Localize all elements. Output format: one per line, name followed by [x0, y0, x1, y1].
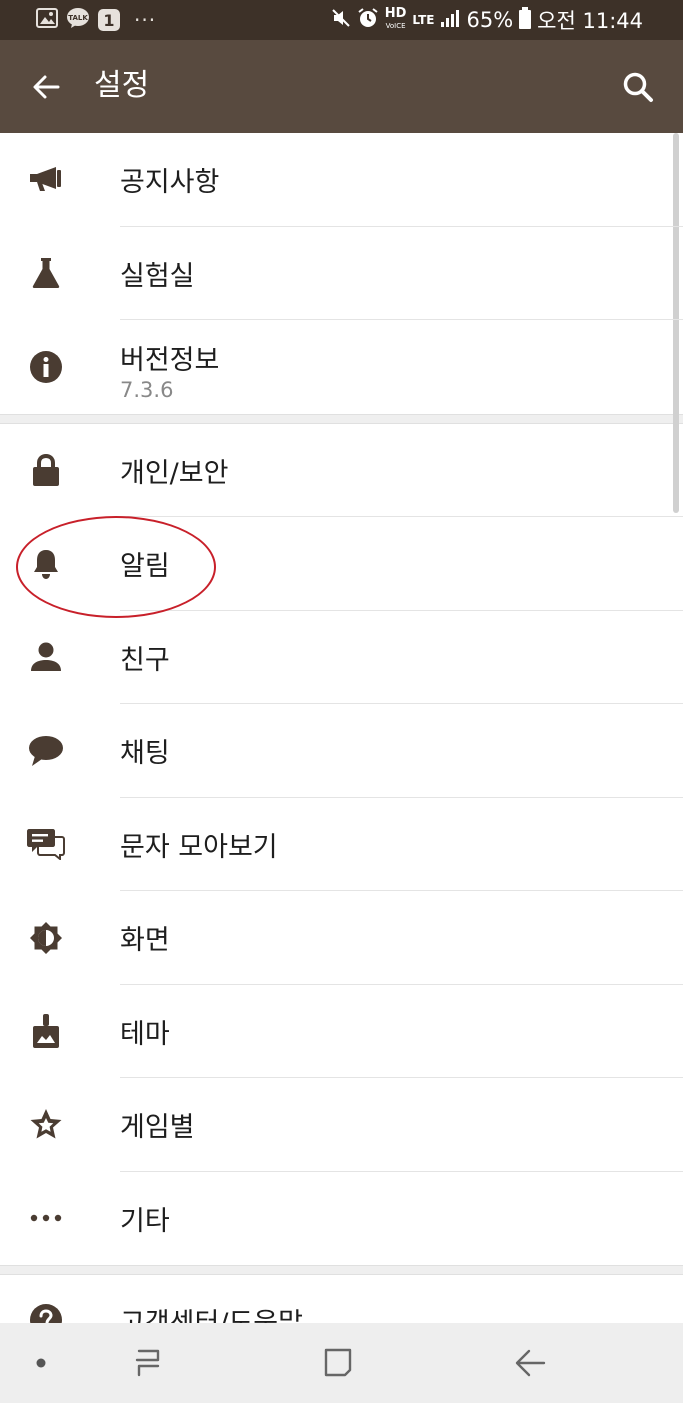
- settings-item-label: 게임별: [120, 1112, 195, 1144]
- settings-item-display[interactable]: 화면: [0, 891, 683, 985]
- navigation-bar: [0, 1323, 683, 1403]
- signal-icon: [440, 8, 460, 33]
- status-bar: TALK 1 ··· HD VoICE LTE 65% 오전 11:44: [0, 0, 683, 40]
- lte-indicator: LTE: [412, 12, 435, 27]
- flask-icon: [20, 227, 72, 321]
- back-button[interactable]: [18, 63, 74, 111]
- settings-item-chat[interactable]: 채팅: [0, 704, 683, 798]
- page-title: 설정: [94, 68, 150, 103]
- settings-item-label: 실험실: [120, 260, 195, 292]
- home-icon: [324, 1348, 352, 1377]
- back-arrow-icon: [515, 1349, 546, 1377]
- brightness-icon: [20, 891, 72, 985]
- paint-brush-icon: [20, 985, 72, 1079]
- clock: 오전 11:44: [537, 9, 643, 33]
- settings-item-label: 개인/보안: [120, 457, 229, 489]
- svg-text:TALK: TALK: [68, 14, 88, 22]
- battery-percent: 65%: [466, 8, 514, 32]
- settings-item-label: 채팅: [120, 738, 170, 770]
- megaphone-icon: [20, 133, 72, 227]
- kakaotalk-icon: TALK: [66, 7, 90, 33]
- help-icon: [20, 1275, 72, 1323]
- section-divider: [0, 1265, 683, 1275]
- bell-icon: [20, 517, 72, 611]
- info-icon: [20, 320, 72, 414]
- star-badge-icon: [20, 1078, 72, 1172]
- settings-item-label: 공지사항: [120, 167, 220, 199]
- settings-item-version[interactable]: 버전정보 7.3.6: [0, 320, 683, 414]
- version-number: 7.3.6: [120, 378, 174, 402]
- notification-badge: 1: [98, 9, 120, 31]
- home-button[interactable]: [310, 1337, 366, 1389]
- battery-icon: [519, 6, 532, 34]
- section-divider: [0, 413, 683, 424]
- gallery-icon: [36, 8, 58, 32]
- dot-icon: [36, 1358, 46, 1368]
- settings-item-help[interactable]: 고객센터/도움말: [0, 1275, 683, 1323]
- settings-item-label: 기타: [120, 1205, 170, 1237]
- settings-item-label: 친구: [120, 644, 170, 676]
- lock-icon: [20, 424, 72, 518]
- hd-voice-indicator: HD VoICE: [384, 6, 407, 30]
- settings-item-notice[interactable]: 공지사항: [0, 133, 683, 227]
- nav-dot-button[interactable]: [13, 1337, 69, 1389]
- settings-item-label: 화면: [120, 925, 170, 957]
- settings-item-privacy[interactable]: 개인/보안: [0, 424, 683, 518]
- settings-item-notifications[interactable]: 알림: [0, 517, 683, 611]
- system-back-button[interactable]: [502, 1337, 558, 1389]
- settings-item-label: 문자 모아보기: [120, 831, 278, 863]
- recent-apps-button[interactable]: [120, 1337, 176, 1389]
- app-bar: 설정: [0, 40, 683, 133]
- chat-bubble-icon: [20, 704, 72, 798]
- settings-item-label: 알림: [120, 551, 170, 583]
- settings-item-gamestar[interactable]: 게임별: [0, 1078, 683, 1172]
- settings-item-sms-inbox[interactable]: 문자 모아보기: [0, 798, 683, 892]
- settings-item-labs[interactable]: 실험실: [0, 227, 683, 321]
- settings-item-theme[interactable]: 테마: [0, 985, 683, 1079]
- more-notifications-indicator: ···: [134, 8, 157, 32]
- more-icon: [20, 1172, 72, 1266]
- settings-item-label: 고객센터/도움말: [120, 1275, 303, 1323]
- search-button[interactable]: [613, 62, 663, 112]
- alarm-icon: [357, 7, 379, 34]
- arrow-left-icon: [33, 75, 60, 99]
- settings-item-label: 테마: [120, 1018, 170, 1050]
- search-icon: [623, 72, 653, 102]
- recent-apps-icon: [135, 1349, 160, 1377]
- mute-icon: [331, 8, 351, 33]
- settings-item-friends[interactable]: 친구: [0, 611, 683, 705]
- settings-item-etc[interactable]: 기타: [0, 1172, 683, 1266]
- message-icon: [20, 798, 72, 892]
- settings-list[interactable]: 공지사항 실험실 버전정보 7.3.6 개인/보안 알림 친구 채팅 문자 모아…: [0, 133, 683, 1323]
- person-icon: [20, 611, 72, 705]
